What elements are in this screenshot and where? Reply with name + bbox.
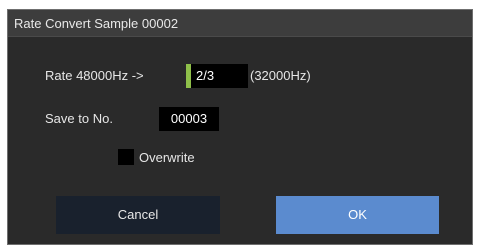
overwrite-checkbox[interactable] — [118, 149, 134, 165]
cancel-button[interactable]: Cancel — [56, 196, 220, 234]
rate-label: Rate 48000Hz -> — [45, 68, 144, 83]
rate-value-field[interactable]: 2/3 — [186, 64, 248, 88]
ok-button[interactable]: OK — [276, 196, 439, 234]
rate-convert-dialog: Rate Convert Sample 00002 Rate 48000Hz -… — [7, 9, 473, 245]
rate-result-label: (32000Hz) — [250, 68, 311, 83]
dialog-title: Rate Convert Sample 00002 — [14, 16, 179, 31]
save-to-label: Save to No. — [45, 111, 113, 126]
dialog-titlebar: Rate Convert Sample 00002 — [8, 10, 472, 37]
overwrite-label[interactable]: Overwrite — [139, 150, 195, 165]
save-to-number-field[interactable]: 00003 — [159, 107, 219, 131]
